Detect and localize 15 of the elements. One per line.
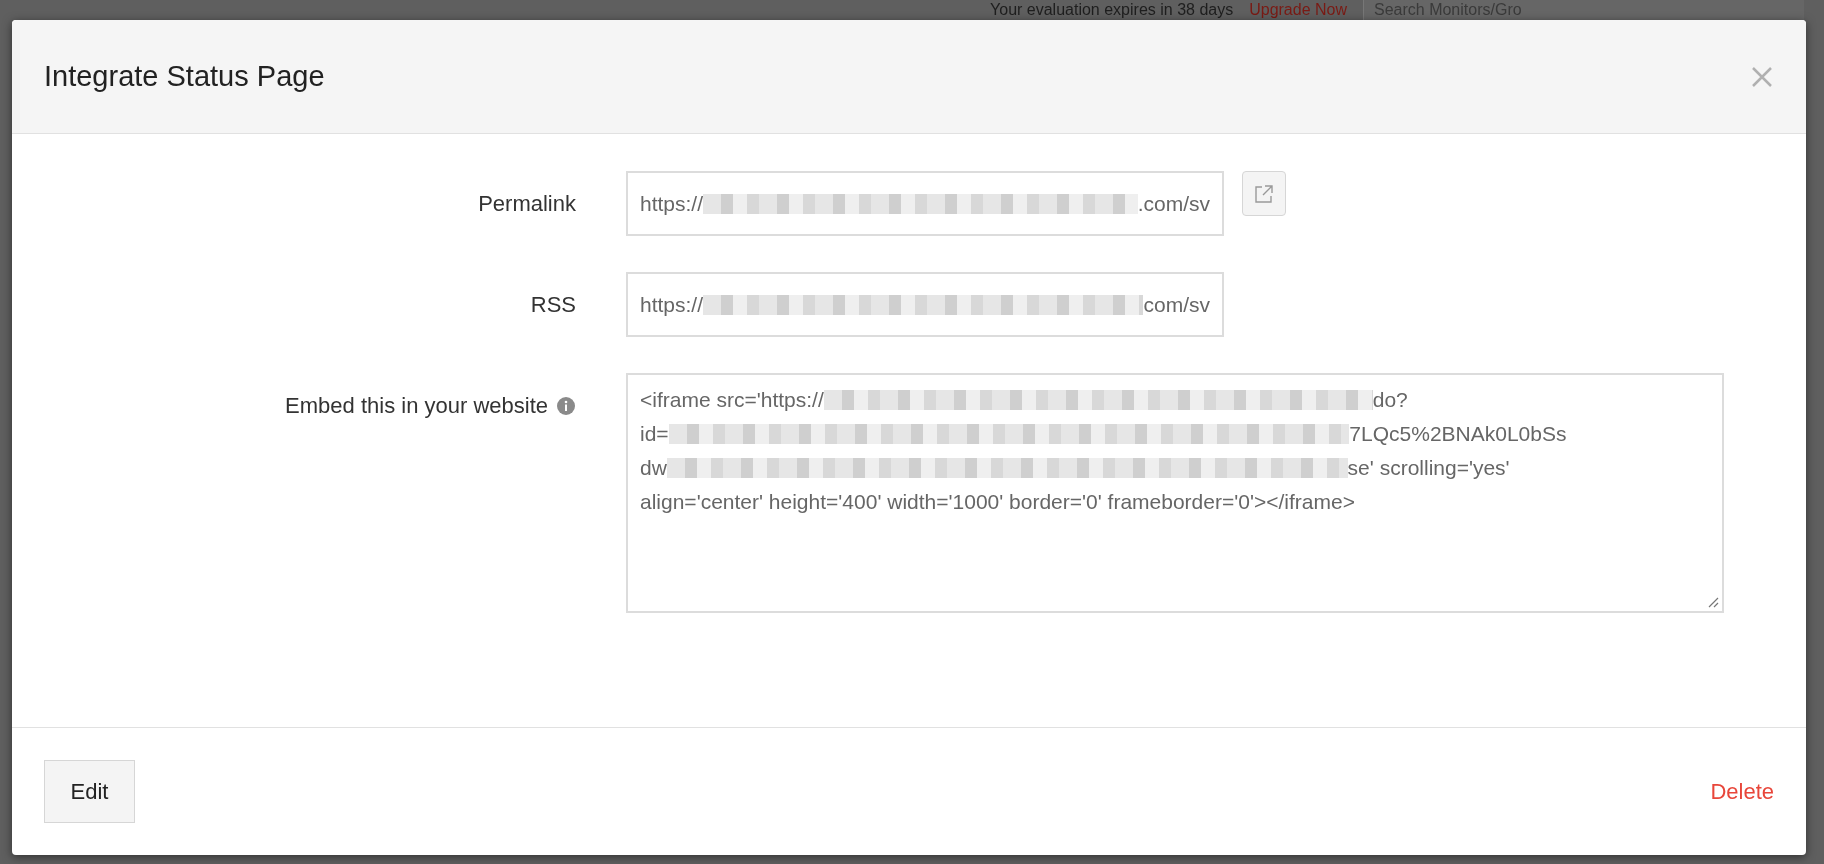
open-link-button[interactable] [1242, 171, 1286, 216]
close-icon[interactable] [1750, 64, 1774, 89]
info-icon[interactable] [556, 396, 576, 416]
evaluation-notice: Your evaluation expires in 38 days [990, 1, 1234, 19]
embed-code-field[interactable]: <iframe src='https:// do? id= 7LQc5%2BNAk0L0bSs dw se' scrolling='yes' align='center' height='400' width='1000' border='0' frameborder='0'></iframe> [626, 373, 1724, 613]
url-field[interactable]: https:// com/sv [626, 272, 1224, 337]
edit-button[interactable]: Edit [44, 760, 135, 823]
url-field[interactable]: https:// .com/sv [626, 171, 1224, 236]
dialog-title: Integrate Status Page [44, 60, 325, 93]
delete-link[interactable]: Delete [1710, 778, 1774, 805]
field-label: Embed this in your website [285, 393, 548, 419]
field-label: Permalink [478, 191, 576, 217]
resize-handle-icon[interactable] [1707, 596, 1719, 608]
external-link-icon [1254, 183, 1274, 204]
field-label: RSS [530, 292, 576, 318]
